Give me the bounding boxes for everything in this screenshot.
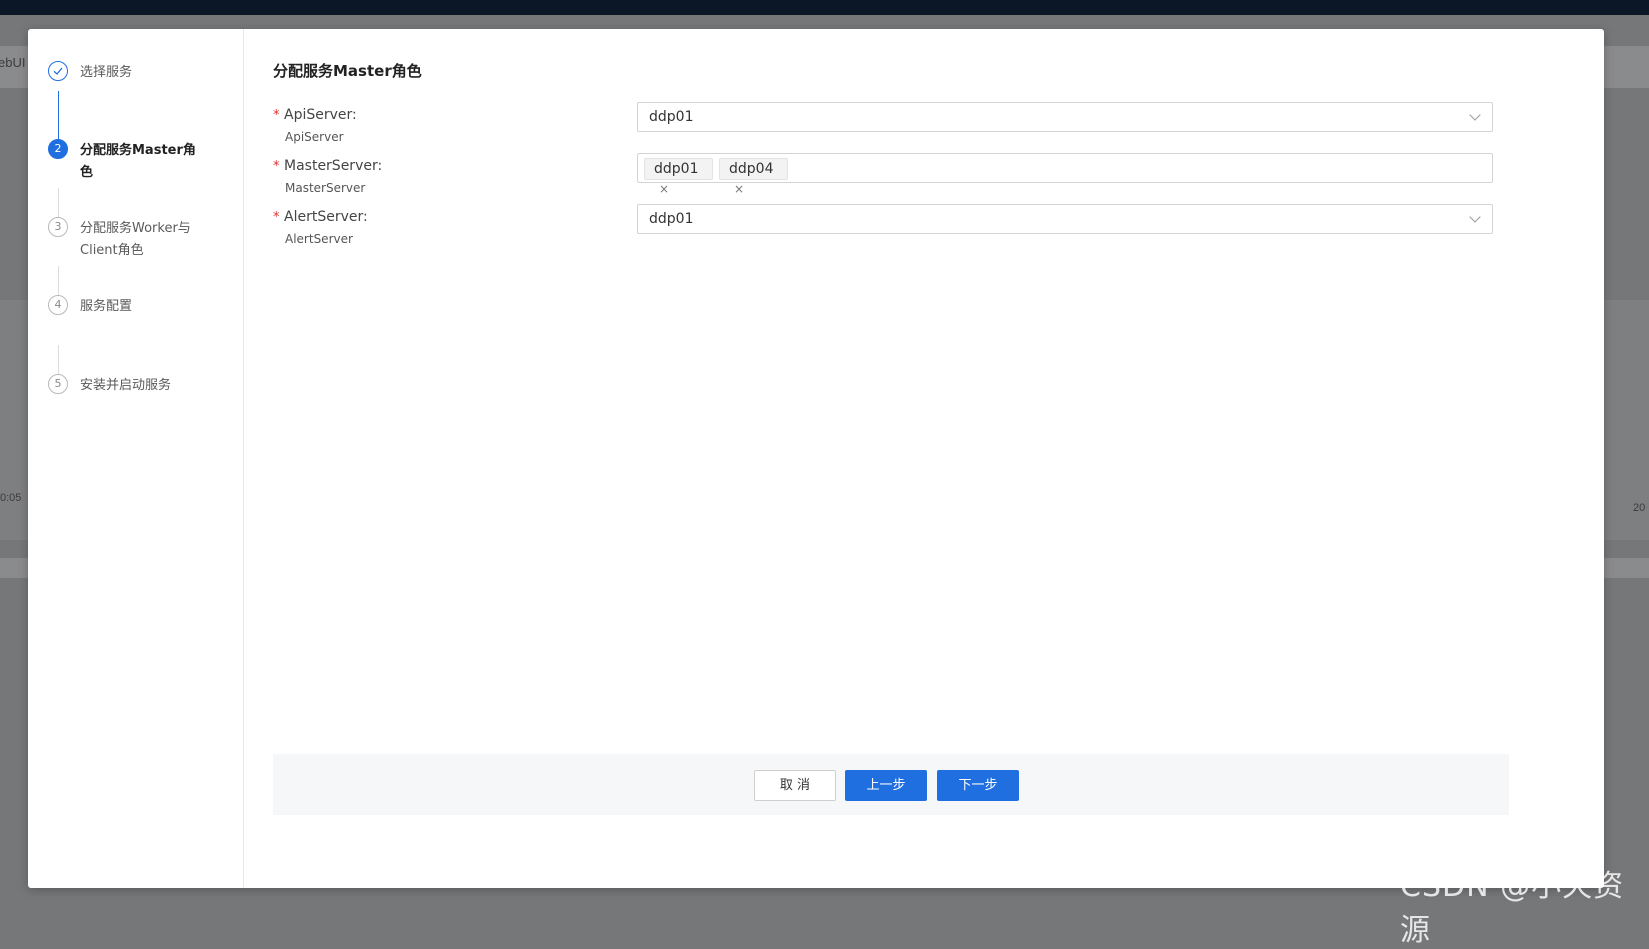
chevron-down-icon [1469, 211, 1481, 223]
step-number: 3 [48, 217, 68, 237]
step-label: 分配服务Worker与Client角色 [80, 221, 191, 258]
tag-ddp01: ddp01 × [644, 158, 713, 196]
masterserver-sublabel: MasterServer [285, 181, 366, 195]
background-axis-right: 20 [1633, 502, 1646, 514]
wizard-steps: 选择服务 2 分配服务Master角色 3 分配服务Worker与Client角… [28, 29, 244, 888]
background-chart-panel-left [0, 300, 28, 540]
watermark: CSDN @小天资源 [1400, 869, 1625, 948]
step-number: 4 [48, 295, 68, 315]
required-mark: * [273, 108, 280, 123]
step-label: 安装并启动服务 [80, 378, 172, 393]
install-wizard-modal: 选择服务 2 分配服务Master角色 3 分配服务Worker与Client角… [28, 29, 1604, 888]
tag-label: ddp01 [654, 161, 699, 177]
background-bottom-strip-right [1604, 558, 1649, 578]
form-row-apiserver: * ApiServer: ApiServer ddp01 [273, 102, 1523, 150]
masterserver-multiselect[interactable]: ddp01 × ddp04 × [637, 153, 1493, 196]
step-number: 2 [48, 139, 68, 159]
close-icon[interactable]: × [659, 179, 669, 199]
tag-label: ddp04 [729, 161, 774, 177]
alertserver-label: AlertServer: [284, 209, 368, 225]
background-axis-left: 0:05 [0, 492, 22, 504]
step-content: 分配服务Master角色 * ApiServer: ApiServer ddp0… [273, 29, 1604, 888]
chevron-down-icon [1469, 109, 1481, 121]
background-left-text: ebUI [0, 55, 26, 70]
alertserver-sublabel: AlertServer [285, 232, 353, 246]
masterserver-label: MasterServer: [284, 158, 383, 174]
check-icon [48, 61, 68, 81]
apiserver-sublabel: ApiServer [285, 130, 344, 144]
step-label: 服务配置 [80, 299, 133, 314]
required-mark: * [273, 159, 280, 174]
form-row-masterserver: * MasterServer: MasterServer ddp01 × ddp0… [273, 153, 1523, 201]
cancel-button[interactable]: 取 消 [754, 770, 836, 801]
form-row-alertserver: * AlertServer: AlertServer ddp01 [273, 204, 1523, 252]
previous-step-button[interactable]: 上一步 [845, 770, 927, 801]
step-label: 分配服务Master角色 [80, 143, 196, 180]
wizard-footer: 取 消 上一步 下一步 [273, 754, 1509, 815]
required-mark: * [273, 210, 280, 225]
page-title: 分配服务Master角色 [273, 62, 422, 80]
apiserver-label: ApiServer: [284, 107, 357, 123]
step-number: 5 [48, 374, 68, 394]
top-nav-bar [0, 0, 1649, 15]
close-icon[interactable]: × [734, 179, 744, 199]
apiserver-select[interactable]: ddp01 [637, 102, 1493, 132]
apiserver-value: ddp01 [649, 109, 694, 125]
tag-ddp04: ddp04 × [719, 158, 788, 196]
background-bottom-strip [0, 558, 28, 578]
step-label: 选择服务 [80, 65, 133, 80]
next-step-button[interactable]: 下一步 [937, 770, 1019, 801]
alertserver-select[interactable]: ddp01 [637, 204, 1493, 234]
alertserver-value: ddp01 [649, 211, 694, 227]
background-right-strip [1604, 46, 1649, 88]
